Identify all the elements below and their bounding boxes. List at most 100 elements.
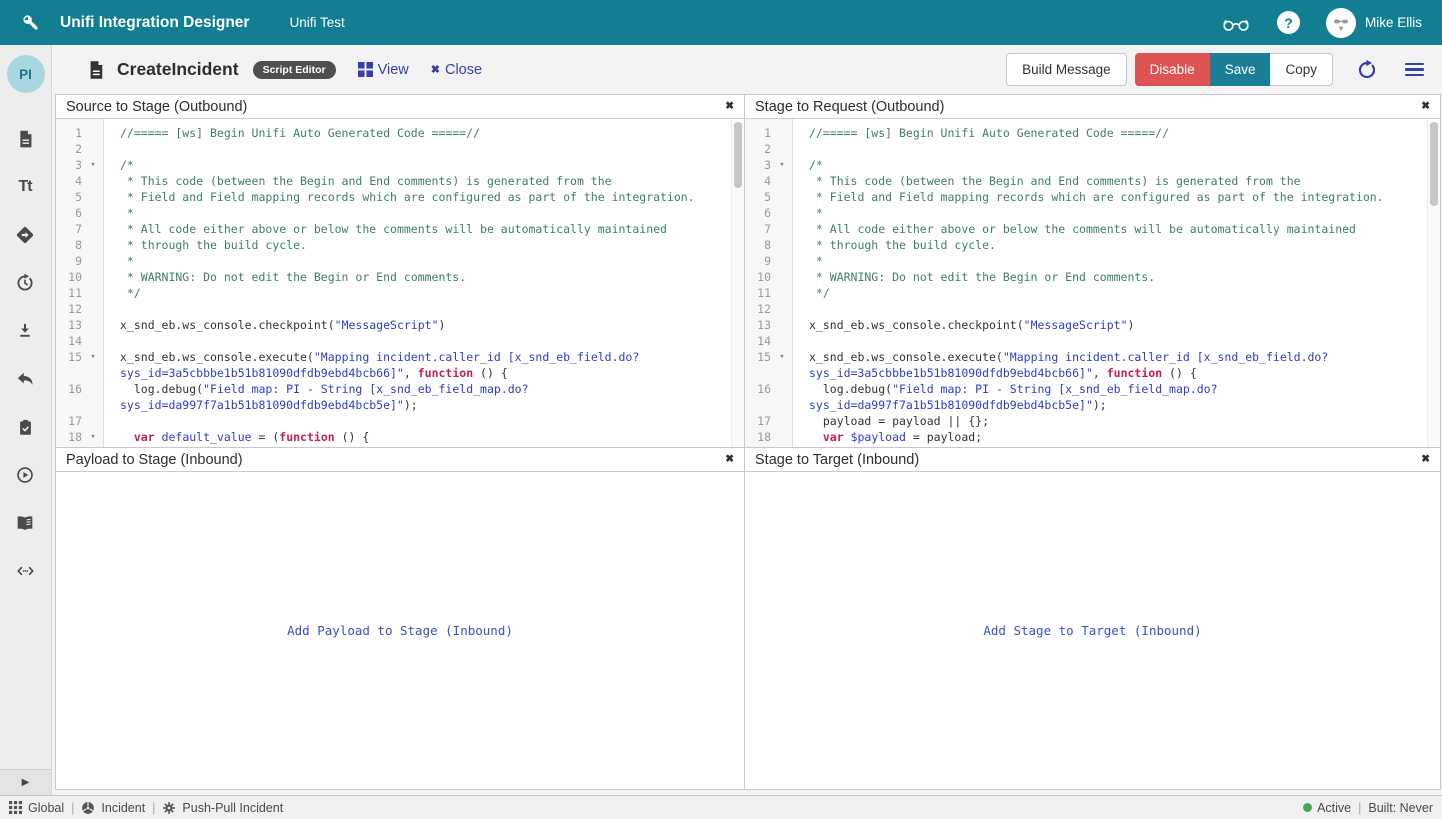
save-button[interactable]: Save [1210,53,1271,86]
code-line: 8 * through the build cycle. [745,237,1425,253]
line-number: 5 [745,189,771,205]
spectacles-icon[interactable] [1221,13,1251,33]
line-number: 2 [56,141,82,157]
collapse-arrow-icon: ▶ [22,777,30,788]
tasks-clipboard-icon[interactable] [13,416,37,438]
line-number: 16 [745,381,771,397]
panel-close-icon[interactable]: ✖ [1421,454,1430,465]
documentation-book-icon[interactable] [13,512,37,534]
panel-close-icon[interactable]: ✖ [1421,101,1430,112]
fold-arrow-icon[interactable]: ▾ [82,429,104,445]
code-editor[interactable]: 1//===== [ws] Begin Unifi Auto Generated… [745,119,1440,447]
code-line: 7 * All code either above or below the c… [56,221,729,237]
line-number: 6 [56,205,82,221]
line-number: 12 [745,301,771,317]
close-x-icon: ✖ [431,63,440,76]
line-number: 9 [745,253,771,269]
refresh-icon[interactable] [1355,58,1379,82]
code-line: 8 * through the build cycle. [56,237,729,253]
fold-arrow-icon[interactable]: ▾ [771,157,793,173]
active-status-dot [1303,803,1312,812]
script-editor-badge: Script Editor [253,61,336,79]
reply-icon[interactable] [13,368,37,390]
fold-arrow-icon[interactable]: ▾ [82,157,104,173]
code-line: 10 * WARNING: Do not edit the Begin or E… [56,269,729,285]
build-message-button[interactable]: Build Message [1006,53,1127,86]
code-line: 18▾ var default_value = (function () { [56,429,729,445]
code-line: 4 * This code (between the Begin and End… [745,173,1425,189]
top-app-bar: Unifi Integration Designer Unifi Test ? … [0,0,1442,45]
code-line: 2 [745,141,1425,157]
fold-arrow-icon[interactable]: ▾ [771,349,793,365]
line-number: 9 [56,253,82,269]
scope-link[interactable]: Global [9,801,64,815]
copy-button[interactable]: Copy [1270,53,1333,86]
code-editor[interactable]: 1//===== [ws] Begin Unifi Auto Generated… [56,119,744,447]
close-button[interactable]: ✖ Close [431,62,482,78]
panel-source-to-stage: Source to Stage (Outbound) ✖ 1//===== [w… [56,95,744,447]
disable-button[interactable]: Disable [1135,53,1210,86]
text-format-icon[interactable]: Tt [13,176,37,198]
code-line: 17 [56,413,729,429]
grid-view-icon [358,62,373,77]
grid-icon [9,801,22,814]
line-number: 8 [56,237,82,253]
panel-stage-to-target: Stage to Target (Inbound) ✖ Add Stage to… [745,448,1440,789]
line-number: 8 [745,237,771,253]
view-button[interactable]: View [358,62,409,78]
code-icon[interactable] [13,560,37,582]
panel-title: Stage to Request (Outbound) [755,99,1421,115]
help-icon[interactable]: ? [1277,11,1300,34]
environment-name: Unifi Test [289,15,344,30]
line-number: 2 [745,141,771,157]
line-number: 12 [56,301,82,317]
line-number: 3 [745,157,771,173]
menu-icon[interactable] [1405,63,1424,76]
download-icon[interactable] [13,320,37,342]
line-number: 10 [745,269,771,285]
document-icon[interactable] [13,128,37,150]
code-line: 3▾/* [56,157,729,173]
update-history-icon[interactable] [13,272,37,294]
directions-icon[interactable] [13,224,37,246]
play-circle-icon[interactable] [13,464,37,486]
integration-record-link[interactable]: Push-Pull Incident [162,801,283,815]
code-line: 1//===== [ws] Begin Unifi Auto Generated… [745,125,1425,141]
scrollbar-thumb[interactable] [1430,122,1438,206]
add-stage-to-target-link[interactable]: Add Stage to Target (Inbound) [983,623,1201,638]
panel-title: Source to Stage (Outbound) [66,99,725,115]
code-line: 11 */ [745,285,1425,301]
code-line: 14 [56,333,729,349]
panel-close-icon[interactable]: ✖ [725,454,734,465]
left-sidebar: PI Tt [0,45,52,795]
sidebar-collapse-button[interactable]: ▶ [0,769,51,795]
line-number: 14 [745,333,771,349]
active-status-label: Active [1317,801,1351,815]
line-number: 7 [745,221,771,237]
code-line: 11 */ [56,285,729,301]
line-number: 4 [56,173,82,189]
scrollbar[interactable] [1427,119,1440,447]
page-title: CreateIncident [117,59,239,80]
table-link[interactable]: Incident [81,801,145,815]
code-line: 10 * WARNING: Do not edit the Begin or E… [745,269,1425,285]
add-payload-to-stage-link[interactable]: Add Payload to Stage (Inbound) [287,623,513,638]
panel-title: Payload to Stage (Inbound) [66,452,725,468]
scrollbar[interactable] [731,119,744,447]
code-line: 6 * [745,205,1425,221]
message-script-icon [86,59,106,81]
user-name: Mike Ellis [1365,15,1422,30]
code-line: 7 * All code either above or below the c… [745,221,1425,237]
line-number: 10 [56,269,82,285]
line-number: 18 [56,429,82,445]
line-number: 11 [745,285,771,301]
panel-close-icon[interactable]: ✖ [725,101,734,112]
fold-arrow-icon[interactable]: ▾ [82,349,104,365]
code-line: 9 * [56,253,729,269]
code-line: 14 [745,333,1425,349]
scrollbar-thumb[interactable] [734,122,742,188]
user-avatar[interactable] [1326,8,1356,38]
code-line: 16 log.debug("Field map: PI - String [x_… [745,381,1425,413]
code-line: 15▾x_snd_eb.ws_console.execute("Mapping … [745,349,1425,381]
integration-avatar[interactable]: PI [7,55,45,93]
